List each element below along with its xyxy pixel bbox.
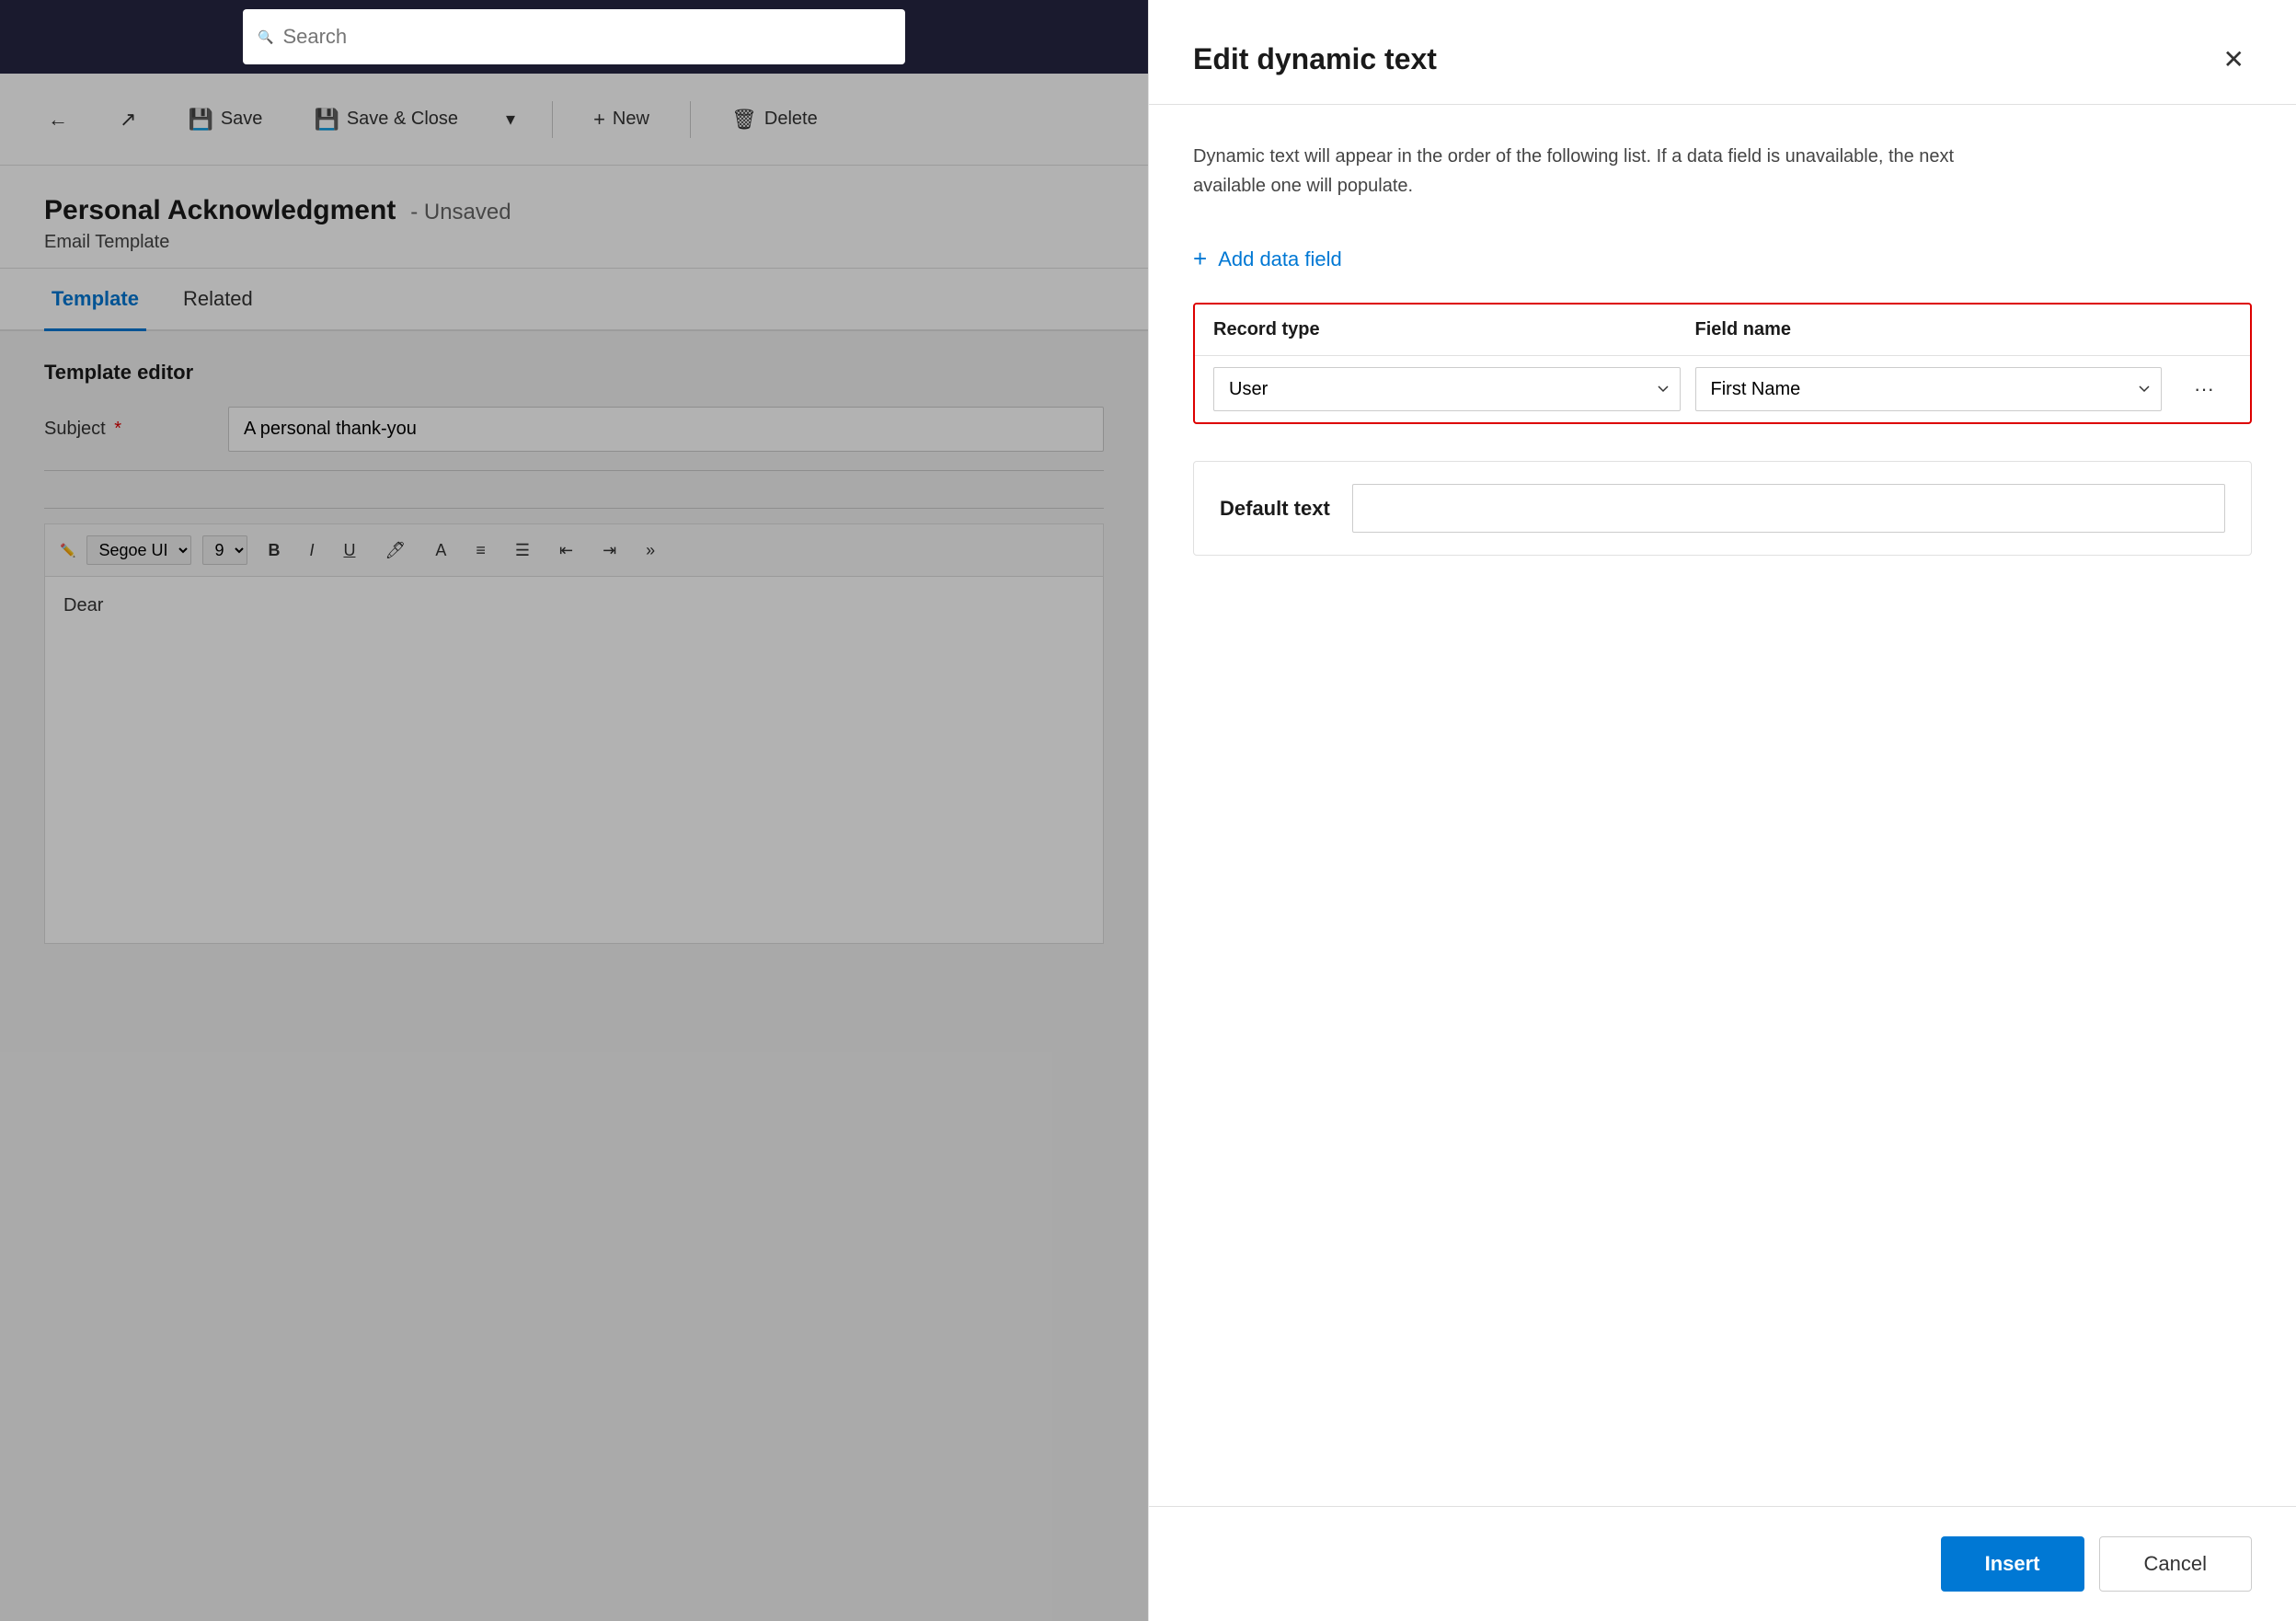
row-more-button[interactable]: ···: [2176, 370, 2232, 408]
record-type-header: Record type: [1213, 319, 1695, 340]
dialog-footer: Insert Cancel: [1149, 1506, 2296, 1621]
field-table: Record type Field name User Contact Lead…: [1193, 303, 2252, 424]
dialog-body: Dynamic text will appear in the order of…: [1149, 105, 2296, 1506]
record-type-select[interactable]: User Contact Lead Account: [1213, 367, 1681, 411]
overlay: [0, 74, 1148, 1621]
edit-dynamic-text-dialog: Edit dynamic text ✕ Dynamic text will ap…: [1148, 0, 2296, 1621]
add-field-label: Add data field: [1218, 247, 1342, 271]
plus-icon: +: [1193, 245, 1207, 273]
insert-button[interactable]: Insert: [1941, 1536, 2084, 1592]
default-text-input[interactable]: [1352, 484, 2225, 533]
close-button[interactable]: ✕: [2216, 37, 2252, 82]
dialog-description: Dynamic text will appear in the order of…: [1193, 142, 2021, 201]
default-text-label: Default text: [1220, 497, 1330, 521]
search-icon: 🔍: [258, 29, 273, 45]
field-name-header: Field name: [1695, 319, 2177, 340]
field-table-header: Record type Field name: [1195, 305, 2250, 356]
actions-header: [2176, 319, 2232, 340]
cancel-button[interactable]: Cancel: [2099, 1536, 2252, 1592]
default-text-section: Default text: [1193, 461, 2252, 556]
dialog-title: Edit dynamic text: [1193, 42, 1437, 76]
search-input[interactable]: [282, 25, 890, 49]
field-name-select[interactable]: First Name Last Name Email Phone: [1695, 367, 2163, 411]
record-type-select-wrap: User Contact Lead Account: [1213, 367, 1681, 411]
search-box[interactable]: 🔍: [243, 9, 905, 64]
field-name-select-wrap: First Name Last Name Email Phone: [1695, 367, 2163, 411]
table-row: User Contact Lead Account First Name Las…: [1195, 356, 2250, 422]
dialog-header: Edit dynamic text ✕: [1149, 0, 2296, 105]
top-bar: 🔍: [0, 0, 1148, 74]
add-data-field-button[interactable]: + Add data field: [1193, 237, 2252, 281]
